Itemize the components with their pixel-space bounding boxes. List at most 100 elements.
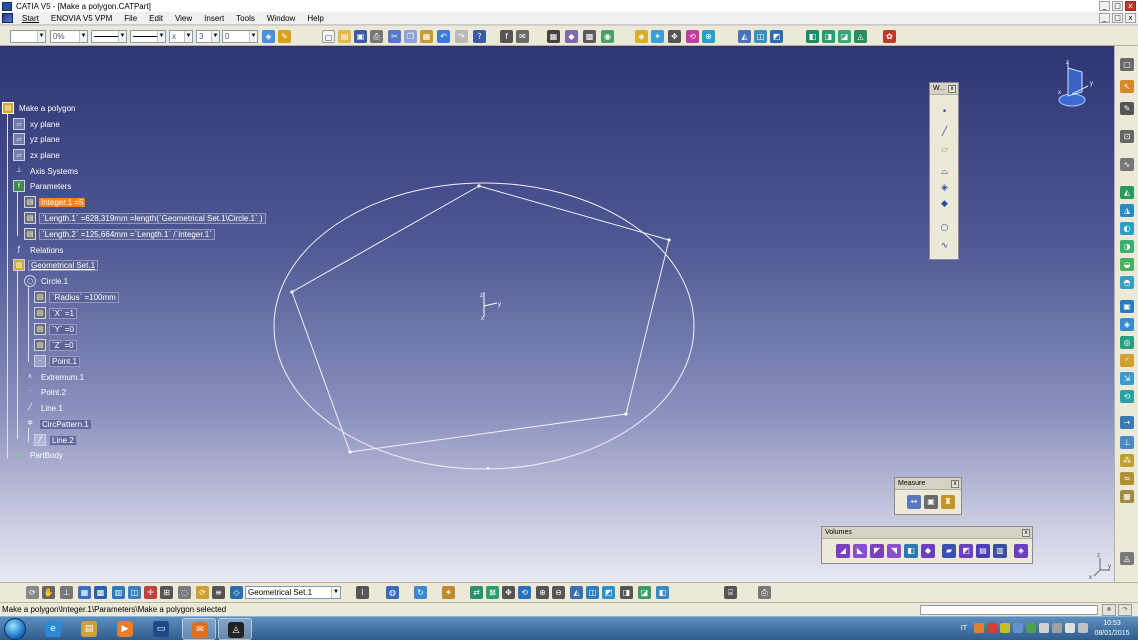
layer-combo[interactable]: 3 ▼: [196, 30, 220, 43]
language-indicator[interactable]: IT: [961, 625, 967, 632]
volume-cylinder-icon[interactable]: ◥: [887, 544, 901, 558]
pan-view-icon[interactable]: ✥: [502, 586, 515, 599]
fill-surface-icon[interactable]: ◒: [1120, 258, 1134, 271]
circle-tool-icon[interactable]: ○: [937, 221, 952, 235]
split-icon[interactable]: ◈: [1120, 318, 1134, 331]
show-icon[interactable]: ◪: [638, 586, 651, 599]
tree-item-z[interactable]: ▤ `Z` =0: [34, 338, 77, 352]
menu-window[interactable]: Window: [261, 14, 301, 23]
tree-item-axis-systems[interactable]: ⊥ Axis Systems: [13, 164, 80, 178]
volumes-toolbar-title[interactable]: Volumes x: [822, 527, 1032, 539]
tree-item-x[interactable]: ▤ `X` =1: [34, 306, 78, 320]
point-tool-icon[interactable]: •: [937, 105, 952, 119]
law-icon[interactable]: ≈: [1120, 472, 1134, 485]
taskbar-ie[interactable]: e: [36, 618, 70, 640]
doc-restore-button[interactable]: □: [1112, 13, 1123, 23]
measure-between-icon[interactable]: ↔: [907, 495, 921, 509]
fit-icon[interactable]: ⊠: [486, 586, 499, 599]
close-icon[interactable]: x: [951, 480, 959, 488]
multi-view-icon[interactable]: ◫: [754, 30, 767, 43]
measure-toolbar[interactable]: Measure x ↔ ▣ ♜: [894, 477, 962, 515]
tray-flag-icon[interactable]: [1039, 623, 1049, 633]
tree-item-length1[interactable]: ▤ `Length.1` =628,319mm =length(`Geometr…: [24, 211, 266, 225]
sketch-tools-icon[interactable]: ⌇: [356, 586, 369, 599]
close-icon[interactable]: x: [1022, 529, 1030, 537]
transparency-combo[interactable]: 0% ▼: [50, 30, 88, 43]
coordinate-icon[interactable]: ⊥: [60, 586, 73, 599]
projection-tool-icon[interactable]: ⌓: [937, 165, 952, 179]
paste-icon[interactable]: ▦: [420, 30, 433, 43]
select-icon[interactable]: ▢: [1120, 58, 1134, 71]
arrow-select-icon[interactable]: ↖: [1120, 80, 1134, 93]
wireframe-toolbar[interactable]: W... x • ╱ ▱ ⌓ ◈ ◆ ○ ∿: [929, 82, 959, 260]
properties-icon[interactable]: ◈: [262, 30, 275, 43]
new-icon[interactable]: ▢: [322, 30, 335, 43]
maximize-button[interactable]: □: [1112, 1, 1123, 11]
cut-icon[interactable]: ✂: [388, 30, 401, 43]
doc-close-button[interactable]: x: [1125, 13, 1136, 23]
point-symbol-combo[interactable]: x ▼: [169, 30, 193, 43]
rotate-icon[interactable]: ⟲: [686, 30, 699, 43]
menu-insert[interactable]: Insert: [198, 14, 230, 23]
thickness-combo[interactable]: 0 ▼: [222, 30, 258, 43]
insert-mode-icon[interactable]: ◇: [230, 586, 243, 599]
iso-view-icon[interactable]: ◩: [770, 30, 783, 43]
print-icon[interactable]: ⎙: [370, 30, 383, 43]
tree-item-line1[interactable]: ╱ Line.1: [24, 401, 65, 415]
reflect-line-tool-icon[interactable]: ◆: [937, 197, 952, 211]
sketcher-icon[interactable]: ✎: [1120, 102, 1134, 115]
circle-seam-point[interactable]: [486, 466, 490, 470]
print-screen-icon[interactable]: ⎙: [758, 586, 771, 599]
analysis-icon[interactable]: ◉: [601, 30, 614, 43]
snap-icon[interactable]: ▩: [94, 586, 107, 599]
quick-view-icon[interactable]: ◫: [586, 586, 599, 599]
translate-icon[interactable]: ⇲: [1120, 372, 1134, 385]
pan-icon[interactable]: ✥: [668, 30, 681, 43]
sphere-surface-icon[interactable]: ◐: [1120, 222, 1134, 235]
formula-icon[interactable]: f: [500, 30, 513, 43]
replication-icon[interactable]: ▦: [1120, 490, 1134, 503]
work-on-support-icon[interactable]: ▥: [112, 586, 125, 599]
measure-icon[interactable]: ⌸: [724, 586, 737, 599]
tree-item-radius[interactable]: ▤ `Radius` =100mm: [34, 290, 119, 304]
menu-tools[interactable]: Tools: [230, 14, 261, 23]
document-icon[interactable]: [2, 13, 13, 23]
power-input-field[interactable]: [920, 605, 1098, 615]
volume-multisection-icon[interactable]: ◆: [921, 544, 935, 558]
fly-icon[interactable]: ⟳: [26, 586, 39, 599]
polygon-vertex[interactable]: [290, 290, 294, 294]
menu-help[interactable]: Help: [301, 14, 329, 23]
taskbar-media[interactable]: ▶: [108, 618, 142, 640]
3d-viewport[interactable]: z y x z y x z y x ▤ Make a polygon ▱ xy …: [0, 46, 1114, 582]
tray-notes-icon[interactable]: [1000, 623, 1010, 633]
close-icon[interactable]: x: [948, 85, 956, 93]
tray-network-icon[interactable]: [1013, 623, 1023, 633]
positioned-sketch-icon[interactable]: ⊡: [1120, 130, 1134, 143]
axis-tool-icon[interactable]: ✛: [144, 586, 157, 599]
tray-app-icon[interactable]: [974, 623, 984, 633]
volume-remove-icon[interactable]: ▥: [993, 544, 1007, 558]
comment-icon[interactable]: ✉: [516, 30, 529, 43]
line-tool-icon[interactable]: ╱: [937, 125, 952, 139]
boundary-icon[interactable]: ◎: [1120, 336, 1134, 349]
tree-item-point1[interactable]: · Point.1: [34, 354, 80, 368]
tree-item-line2[interactable]: ╱ Line.2: [34, 433, 77, 447]
repetition-icon[interactable]: ⁂: [1120, 454, 1134, 467]
tree-item-parameters[interactable]: f Parameters: [13, 179, 73, 193]
tree-item-circpattern1[interactable]: ✲ CircPattern.1: [24, 417, 92, 431]
tree-item-circle1[interactable]: ○ Circle.1: [24, 274, 70, 288]
render-icon[interactable]: ◬: [854, 30, 867, 43]
swap-space-icon[interactable]: ◪: [838, 30, 851, 43]
grid-icon[interactable]: ▦: [78, 586, 91, 599]
tree-item-zx-plane[interactable]: ▱ zx plane: [13, 148, 62, 162]
surface-icon[interactable]: ◍: [386, 586, 399, 599]
fit-all-icon[interactable]: ✦: [651, 30, 664, 43]
taskbar-catia[interactable]: ◬: [218, 618, 252, 640]
curve-icon[interactable]: ↻: [414, 586, 427, 599]
tool-palette-icon[interactable]: ✿: [883, 30, 896, 43]
catalog-icon[interactable]: ▩: [583, 30, 596, 43]
snap-point-icon[interactable]: ◌: [178, 586, 191, 599]
taskbar-outlook[interactable]: ✉: [182, 618, 216, 640]
spline-icon[interactable]: ∿: [1120, 158, 1134, 171]
copy-icon[interactable]: ❐: [404, 30, 417, 43]
